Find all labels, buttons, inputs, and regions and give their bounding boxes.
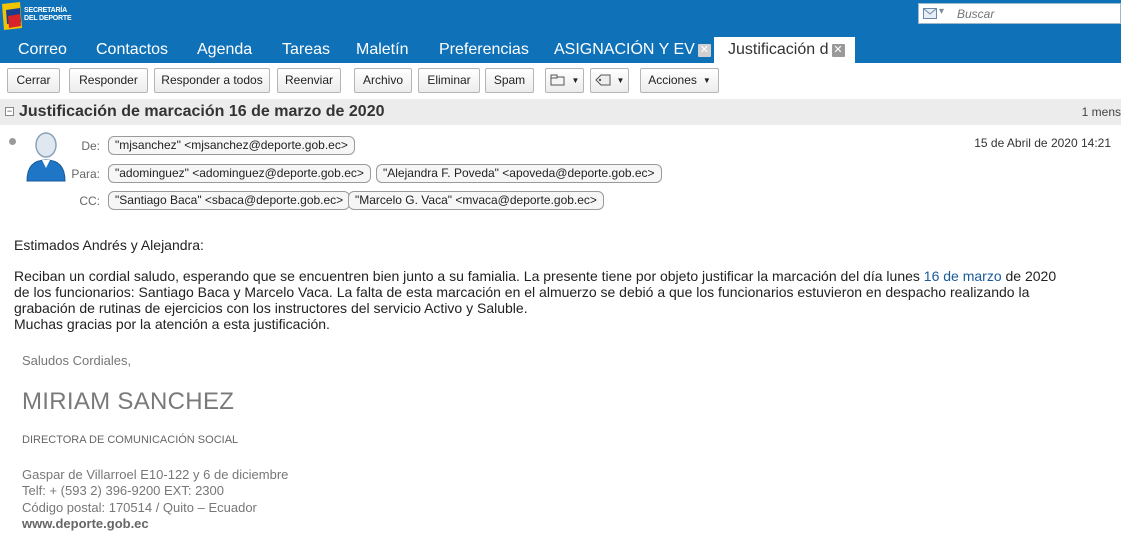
spam-button[interactable]: Spam [485,68,534,93]
to-label: Para: [71,167,100,181]
close-tab-icon[interactable]: ✕ [831,44,845,57]
tag-button[interactable]: ▼ [590,68,629,93]
signature-postal: Código postal: 170514 / Quito – Ecuador [22,500,257,515]
cc-label: CC: [79,194,100,208]
chevron-down-icon: ▼ [702,76,711,85]
message-date: 15 de Abril de 2020 14:21 [974,136,1111,150]
actions-menu-button[interactable]: Acciones ▼ [640,68,719,93]
cc-address[interactable]: "Santiago Baca" <sbaca@deporte.gob.ec> [108,191,351,210]
from-label: De: [81,139,100,153]
tab-label: Contactos [96,41,169,58]
close-button[interactable]: Cerrar [7,68,60,93]
from-address[interactable]: "mjsanchez" <mjsanchez@deporte.gob.ec> [108,136,355,155]
message-toolbar: Cerrar Responder Responder a todos Reenv… [0,63,1121,99]
chevron-down-icon: ▼ [571,76,580,85]
message-subject: Justificación de marcación 16 de marzo d… [19,103,385,120]
body-paragraph-line-2: de los funcionarios: Santiago Baca y Mar… [14,284,1030,300]
body-paragraph-line-1: Reciban un cordial saludo, esperando que… [14,268,1056,284]
app-tabs: Correo Contactos Agenda Tareas Maletín P… [0,37,1121,63]
tab-preferencias[interactable]: Preferencias [439,37,529,63]
search-type-dropdown-icon[interactable]: ▾ [939,6,944,17]
body-paragraph-line-4: Muchas gracias por la atención a esta ju… [14,316,330,332]
date-link[interactable]: 16 de marzo [924,268,1002,284]
signature-closing: Saludos Cordiales, [22,353,132,368]
cc-address[interactable]: "Marcelo G. Vaca" <mvaca@deporte.gob.ec> [348,191,604,210]
body-paragraph-line-3: grabación de rutinas de ejercicios con l… [14,300,528,316]
tab-contactos[interactable]: Contactos [96,37,168,63]
signature-name: MIRIAM SANCHEZ [22,388,235,415]
tab-agenda[interactable]: Agenda [197,37,252,63]
tab-label: Preferencias [439,41,529,58]
tab-label: Tareas [282,41,331,58]
tab-label: Maletín [356,41,409,58]
tab-label: Correo [18,41,67,58]
search-box[interactable]: ▾ [918,3,1121,24]
conversation-header: − Justificación de marcación 16 de marzo… [0,99,1121,125]
mail-icon[interactable] [923,8,937,19]
tab-correo[interactable]: Correo [18,37,67,63]
forward-button[interactable]: Reenviar [277,68,341,93]
logo-line-1: SECRETARÍA [24,7,67,14]
tab-label: Justificación d [728,41,829,58]
archive-button[interactable]: Archivo [354,68,412,93]
to-address[interactable]: "Alejandra F. Poveda" <apoveda@deporte.g… [376,164,662,183]
search-input[interactable] [957,6,1117,21]
collapse-icon[interactable]: − [5,107,14,116]
logo-line-2: DEL DEPORTE [24,15,72,22]
greeting: Estimados Andrés y Alejandra: [14,237,204,253]
actions-label: Acciones [648,73,697,87]
body-text-segment: de 2020 [1001,268,1057,284]
folder-move-icon [550,74,565,86]
top-header: SECRETARÍA DEL DEPORTE ▾ Correo Contacto… [0,0,1121,63]
message-count: 1 mens [1081,105,1121,119]
tab-maletin[interactable]: Maletín [356,37,408,63]
tab-tareas[interactable]: Tareas [282,37,330,63]
tag-icon [594,74,611,86]
delete-button[interactable]: Eliminar [418,68,480,93]
tab-label: ASIGNACIÓN Y EV [554,41,695,58]
reply-button[interactable]: Responder [69,68,148,93]
chevron-down-icon: ▼ [616,76,625,85]
signature-address: Gaspar de Villarroel E10-122 y 6 de dici… [22,467,289,482]
tab-justificacion[interactable]: Justificación d ✕ [714,37,855,63]
move-folder-button[interactable]: ▼ [545,68,584,93]
tab-asignacion[interactable]: ASIGNACIÓN Y EV ✕ [554,37,711,63]
to-address[interactable]: "adominguez" <adominguez@deporte.gob.ec> [108,164,371,183]
signature-phone: Telf: + (593 2) 396-9200 EXT: 2300 [22,483,224,498]
signature-title: DIRECTORA DE COMUNICACIÓN SOCIAL [22,434,239,446]
tab-label: Agenda [197,41,253,58]
logo[interactable]: SECRETARÍA DEL DEPORTE [0,0,80,34]
reply-all-button[interactable]: Responder a todos [154,68,270,93]
close-tab-icon[interactable]: ✕ [697,44,711,57]
read-status-dot-icon [9,138,16,145]
signature-website-link[interactable]: www.deporte.gob.ec [22,516,149,531]
body-text-segment: Reciban un cordial saludo, esperando que… [14,268,924,284]
